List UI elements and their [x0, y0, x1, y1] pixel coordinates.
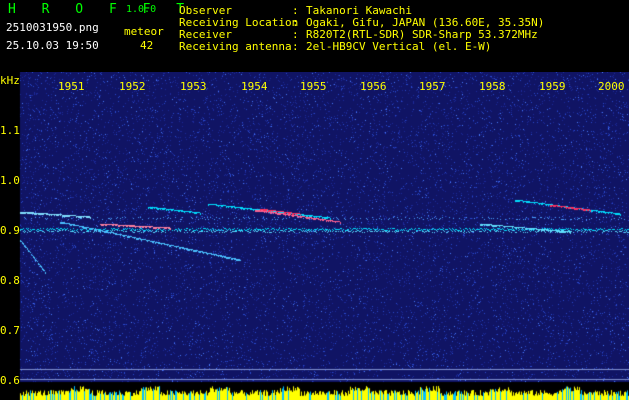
antenna-value: 2el-HB9CV Vertical (el. E-W) [306, 40, 492, 53]
time-tick: 1952 [119, 80, 146, 93]
freq-unit-label: kHz [0, 74, 20, 87]
freq-tick: 0.6 [0, 374, 20, 387]
time-tick: 1956 [360, 80, 387, 93]
freq-tick: 0.8 [0, 274, 20, 287]
antenna-key: Receiving antenna [179, 40, 292, 53]
app-version: 1.0.0 [126, 4, 157, 15]
meteor-label: meteor [124, 25, 164, 38]
time-tick: 2000 [598, 80, 625, 93]
time-tick: 1958 [479, 80, 506, 93]
time-tick: 1959 [539, 80, 566, 93]
app-logo: H R O F F T [8, 2, 194, 17]
freq-tick: 1.1 [0, 124, 20, 137]
time-tick: 1957 [419, 80, 446, 93]
time-tick: 1955 [300, 80, 327, 93]
antenna-colon: : [292, 40, 299, 53]
timestamp: 25.10.03 19:50 [6, 39, 99, 52]
time-tick: 1951 [58, 80, 85, 93]
time-tick: 1954 [241, 80, 268, 93]
freq-tick: 0.7 [0, 324, 20, 337]
freq-tick: 0.9 [0, 224, 20, 237]
freq-tick: 1.0 [0, 174, 20, 187]
time-tick: 1953 [180, 80, 207, 93]
file-name: 2510031950.png [6, 21, 99, 34]
meteor-count: 42 [140, 39, 154, 52]
header-panel: H R O F F T 1.0.0 2510031950.png 25.10.0… [0, 0, 629, 72]
spectrogram-canvas [0, 72, 629, 400]
